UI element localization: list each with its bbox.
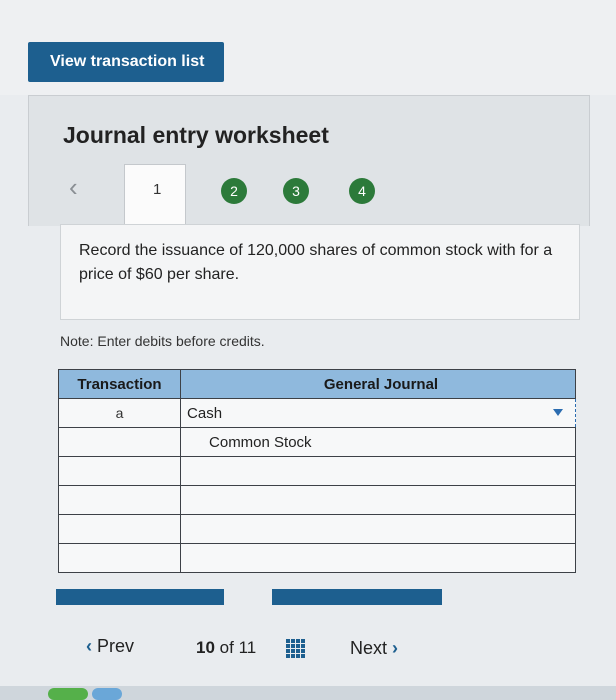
action-button-left[interactable]	[56, 589, 224, 605]
transaction-header: Transaction	[57, 369, 182, 399]
transaction-cell[interactable]	[57, 456, 182, 486]
transaction-letter: a	[115, 404, 124, 421]
account-select[interactable]	[180, 485, 576, 515]
table-row	[57, 456, 576, 486]
journal-entry-worksheet: Journal entry worksheet ‹ 1 2 3 4	[28, 95, 590, 226]
action-button-right[interactable]	[272, 589, 442, 605]
view-transaction-list-button[interactable]: View transaction list	[28, 42, 224, 82]
account-name: Common Stock	[209, 433, 312, 451]
chevron-down-icon[interactable]	[553, 409, 563, 416]
step-3-label: 3	[292, 183, 300, 199]
transaction-cell[interactable]	[57, 427, 182, 457]
step-2-button[interactable]: 2	[221, 178, 247, 204]
next-label: Next	[350, 638, 388, 658]
general-journal-header: General Journal	[180, 369, 576, 399]
table-header-row: Transaction General Journal	[57, 369, 576, 399]
account-select[interactable]	[180, 456, 576, 486]
bottom-chip-green	[48, 688, 88, 700]
step-2-label: 2	[230, 183, 238, 199]
next-button[interactable]: Next ›	[350, 638, 398, 659]
table-row	[57, 514, 576, 544]
account-select[interactable]: Common Stock	[180, 427, 576, 457]
account-select[interactable]: Cash	[180, 398, 576, 428]
table-row	[57, 543, 576, 573]
account-name: Cash	[187, 404, 223, 422]
page-current: 10	[196, 638, 215, 657]
page-of: of	[219, 638, 234, 657]
prev-label: Prev	[97, 636, 135, 656]
transaction-cell[interactable]	[57, 514, 182, 544]
step-tab-1[interactable]: 1	[124, 164, 186, 226]
note-text: Note: Enter debits before credits.	[60, 333, 265, 349]
step-4-button[interactable]: 4	[349, 178, 375, 204]
worksheet-title: Journal entry worksheet	[63, 122, 329, 148]
step-1-label: 1	[153, 181, 162, 198]
account-select[interactable]	[180, 514, 576, 544]
table-row: Common Stock	[57, 427, 576, 457]
instruction-panel: Record the issuance of 120,000 shares of…	[60, 224, 580, 320]
transaction-cell[interactable]: a	[57, 398, 182, 428]
general-journal-table: Transaction General Journal a Cash Commo…	[57, 369, 576, 573]
instruction-text: Record the issuance of 120,000 shares of…	[79, 242, 553, 283]
table-row	[57, 485, 576, 515]
chevron-right-icon: ›	[392, 638, 399, 658]
table-row: a Cash	[57, 398, 576, 428]
chevron-left-icon[interactable]: ‹	[69, 172, 78, 203]
grid-icon[interactable]	[286, 639, 306, 659]
step-4-label: 4	[358, 183, 366, 199]
page-indicator: 10 of 11	[196, 638, 256, 658]
transaction-cell[interactable]	[57, 543, 182, 573]
view-transaction-list-label: View transaction list	[50, 53, 205, 70]
footer-navigation: ‹ Prev 10 of 11 Next ›	[0, 630, 616, 670]
transaction-cell[interactable]	[57, 485, 182, 515]
chevron-left-icon: ‹	[86, 636, 92, 656]
account-select[interactable]	[180, 543, 576, 573]
prev-button[interactable]: ‹ Prev	[86, 636, 134, 657]
bottom-chip-blue	[92, 688, 122, 700]
step-3-button[interactable]: 3	[283, 178, 309, 204]
page-total: 11	[238, 638, 257, 657]
